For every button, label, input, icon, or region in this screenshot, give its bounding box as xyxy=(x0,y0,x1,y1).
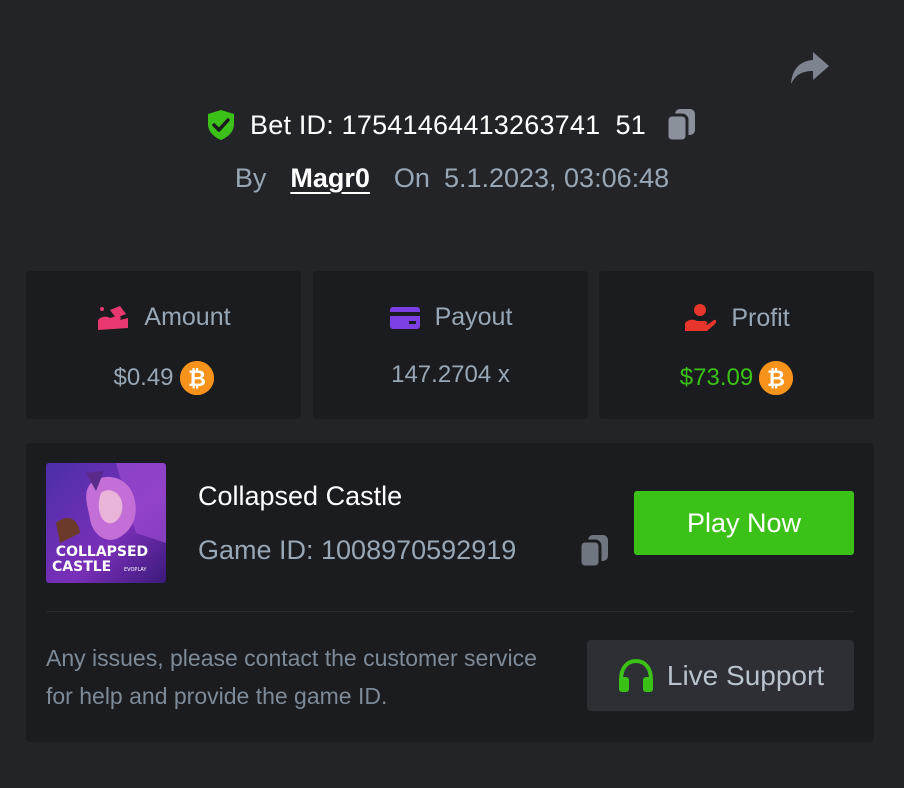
headset-icon xyxy=(618,658,653,692)
svg-text:₿: ₿ xyxy=(188,367,206,392)
amount-label: Amount xyxy=(144,303,231,331)
on-label: On xyxy=(393,163,430,193)
svg-text:EVOPLAY: EVOPLAY xyxy=(124,567,147,573)
copy-icon[interactable] xyxy=(664,106,698,144)
user-link[interactable]: Magr0 xyxy=(290,163,370,194)
payout-value: 147.2704 x xyxy=(391,361,510,388)
bet-id-row: Bet ID: 17541464413263741 51 xyxy=(0,106,904,144)
amount-icon xyxy=(98,305,129,330)
share-button[interactable] xyxy=(786,48,834,88)
bet-datetime: 5.1.2023, 03:06:48 xyxy=(443,163,670,193)
profit-label: Profit xyxy=(731,303,790,332)
amount-card: Amount $0.49 ₿ xyxy=(26,271,301,419)
game-thumbnail[interactable]: COLLAPSED CASTLE EVOPLAY xyxy=(46,463,166,583)
copy-icon[interactable] xyxy=(576,531,612,571)
live-support-button[interactable]: Live Support xyxy=(587,640,854,711)
profit-card: Profit $73.09 ₿ xyxy=(599,271,874,419)
bitcoin-icon: ₿ xyxy=(759,361,794,395)
live-support-label: Live Support xyxy=(666,659,825,691)
payout-card: Payout 147.2704 x xyxy=(313,271,588,419)
share-arrow-icon xyxy=(791,52,829,84)
svg-text:₿: ₿ xyxy=(767,367,785,392)
divider xyxy=(46,611,854,612)
svg-text:COLLAPSED: COLLAPSED xyxy=(56,544,148,560)
game-title: Collapsed Castle xyxy=(198,481,403,511)
svg-text:CASTLE: CASTLE xyxy=(52,559,111,575)
bet-id: Bet ID: 17541464413263741 51 xyxy=(250,109,646,140)
profit-value: $73.09 xyxy=(679,364,754,391)
payout-label: Payout xyxy=(434,303,513,331)
play-now-button[interactable]: Play Now xyxy=(634,491,854,555)
amount-value: $0.49 xyxy=(113,364,174,391)
help-text: Any issues, please contact the customer … xyxy=(46,645,537,709)
game-card: COLLAPSED CASTLE EVOPLAY Collapsed Castl… xyxy=(26,443,874,742)
bet-details-panel: Bet ID: 17541464413263741 51 By Magr0 On… xyxy=(0,0,904,788)
by-label: By xyxy=(234,163,267,193)
game-id: Game ID: 1008970592919 xyxy=(198,535,517,565)
profit-hand-icon xyxy=(685,304,717,331)
bitcoin-icon: ₿ xyxy=(179,361,214,395)
shield-check-icon xyxy=(206,109,236,141)
bet-meta-row: By Magr0 On 5.1.2023, 03:06:48 xyxy=(0,163,904,194)
card-icon xyxy=(389,306,420,329)
